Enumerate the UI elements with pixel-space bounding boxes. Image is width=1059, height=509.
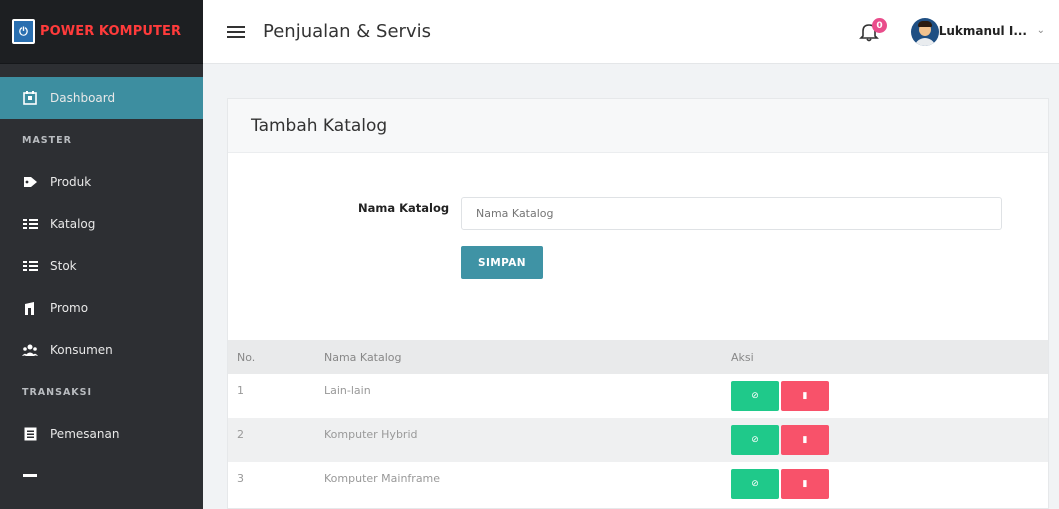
sidebar-item-label: Katalog xyxy=(50,217,96,231)
sidebar-item-katalog[interactable]: Katalog xyxy=(0,203,203,245)
sidebar-item-produk[interactable]: Produk xyxy=(0,161,203,203)
sidebar-item-label: Promo xyxy=(50,301,89,315)
sidebar-item-pemesanan[interactable]: Pemesanan xyxy=(0,413,203,455)
row-no: 2 xyxy=(228,418,324,462)
catalog-name-input[interactable] xyxy=(461,197,1002,230)
section-master: MASTER xyxy=(22,134,72,146)
row-name: Komputer Mainframe xyxy=(324,472,441,485)
sidebar-nav: Dashboard MASTER Produk Katalog Stok Pro xyxy=(0,77,203,497)
sidebar-item-more[interactable] xyxy=(0,455,203,497)
table-row: 3 Komputer Mainframe ⊘ ▮ xyxy=(228,462,1048,506)
sidebar-item-label: Produk xyxy=(50,175,92,189)
catalog-table: No. Nama Katalog Aksi 1 Lain-lain ⊘ ▮ 2 K… xyxy=(228,340,1048,506)
row-actions: ⊘ ▮ xyxy=(720,418,1048,462)
sidebar-item-promo[interactable]: Promo xyxy=(0,287,203,329)
catalog-name-label: Nama Katalog xyxy=(358,201,450,215)
topbar: Penjualan & Servis 0 Lukmanul I... ⌄ xyxy=(203,0,1059,64)
sidebar-item-stok[interactable]: Stok xyxy=(0,245,203,287)
username[interactable]: Lukmanul I... xyxy=(939,24,1027,38)
edit-icon: ⊘ xyxy=(751,391,759,401)
brand-name: POWER KOMPUTER xyxy=(40,24,182,39)
edit-button[interactable]: ⊘ xyxy=(731,381,779,411)
trash-icon: ▮ xyxy=(802,435,808,445)
dash-icon xyxy=(22,474,38,478)
sidebar-item-label: Dashboard xyxy=(50,91,116,105)
notification-badge: 0 xyxy=(872,18,887,33)
col-no: No. xyxy=(228,340,324,374)
sidebar-item-konsumen[interactable]: Konsumen xyxy=(0,329,203,371)
row-no: 1 xyxy=(237,384,244,397)
edit-icon: ⊘ xyxy=(751,479,759,489)
col-action: Aksi xyxy=(720,340,1048,374)
save-button[interactable]: SIMPAN xyxy=(461,246,543,279)
table-header-row: No. Nama Katalog Aksi xyxy=(228,340,1048,374)
table-row: 1 Lain-lain ⊘ ▮ xyxy=(228,374,1048,418)
brand[interactable]: ⏻ POWER KOMPUTER xyxy=(0,0,203,64)
avatar[interactable] xyxy=(911,18,939,46)
sidebar-item-label: Konsumen xyxy=(50,343,113,357)
section-transaksi: TRANSAKSI xyxy=(22,386,93,398)
row-actions: ⊘ ▮ xyxy=(720,462,1048,506)
users-icon xyxy=(22,344,38,356)
row-name: Lain-lain xyxy=(324,384,371,397)
add-catalog-card: Tambah Katalog Nama Katalog SIMPAN No. N… xyxy=(227,98,1049,509)
list-icon xyxy=(22,260,38,273)
shop-icon xyxy=(22,301,38,316)
building-icon xyxy=(22,91,38,105)
trash-icon: ▮ xyxy=(802,391,808,401)
hamburger-menu-icon[interactable] xyxy=(227,23,245,41)
edit-button[interactable]: ⊘ xyxy=(731,469,779,499)
sidebar-item-label: Pemesanan xyxy=(50,427,120,441)
power-logo-icon: ⏻ xyxy=(12,19,35,44)
tag-icon xyxy=(22,175,38,189)
delete-button[interactable]: ▮ xyxy=(781,469,829,499)
table-row: 2 Komputer Hybrid ⊘ ▮ xyxy=(228,418,1048,462)
delete-button[interactable]: ▮ xyxy=(781,381,829,411)
row-name: Komputer Hybrid xyxy=(324,418,720,462)
trash-icon: ▮ xyxy=(802,479,808,489)
sidebar: ⏻ POWER KOMPUTER Dashboard MASTER Produk… xyxy=(0,0,203,509)
sidebar-item-dashboard[interactable]: Dashboard xyxy=(0,77,203,119)
edit-icon: ⊘ xyxy=(751,435,759,445)
delete-button[interactable]: ▮ xyxy=(781,425,829,455)
col-name: Nama Katalog xyxy=(324,340,720,374)
page-title: Penjualan & Servis xyxy=(263,21,431,42)
edit-button[interactable]: ⊘ xyxy=(731,425,779,455)
list-icon xyxy=(22,218,38,231)
row-actions: ⊘ ▮ xyxy=(720,374,1048,418)
sidebar-item-label: Stok xyxy=(50,259,77,273)
row-no: 3 xyxy=(237,472,244,485)
chevron-down-icon[interactable]: ⌄ xyxy=(1037,25,1045,36)
document-icon xyxy=(22,427,38,441)
card-title: Tambah Katalog xyxy=(228,99,1048,153)
